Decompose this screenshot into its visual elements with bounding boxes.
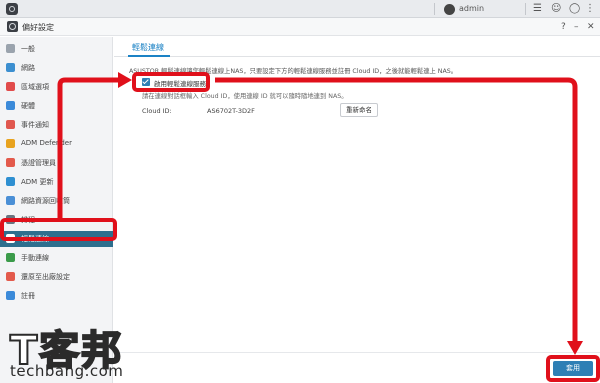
restore-icon <box>6 272 15 281</box>
preferences-app-icon <box>7 21 18 32</box>
enable-easy-connect-checkbox[interactable] <box>142 78 150 86</box>
link-icon <box>6 253 15 262</box>
window-title: 偏好設定 <box>22 23 54 32</box>
divider <box>434 3 435 15</box>
user-icon[interactable] <box>444 4 455 15</box>
cloud-id-value: AS6702T-3D2F <box>207 107 255 115</box>
sidebar-item[interactable]: 區域選項 <box>0 79 113 95</box>
system-topbar: admin ☰ ☺ ◯ ⋮ <box>0 0 600 18</box>
sidebar-item[interactable]: 一般 <box>0 41 113 57</box>
sidebar-item-label: 網路 <box>21 64 35 72</box>
watermark-sub: techbang.com <box>10 362 124 380</box>
close-icon[interactable]: ✕ <box>587 21 595 33</box>
help-icon[interactable]: ? <box>561 21 566 33</box>
register-icon <box>6 291 15 300</box>
sidebar-item-label: 網路資源回收筒 <box>21 197 70 205</box>
certificate-icon <box>6 158 15 167</box>
sidebar-item[interactable]: ADM Defender <box>0 136 113 152</box>
adm-logo-icon[interactable] <box>6 3 18 15</box>
sidebar-item[interactable]: 輕鬆連線 <box>0 231 113 247</box>
minimize-icon[interactable]: – <box>574 21 579 33</box>
sidebar-item[interactable]: 事件通知 <box>0 117 113 133</box>
sidebar-item-label: ADM Defender <box>21 139 72 147</box>
sidebar-item-label: 註冊 <box>21 292 35 300</box>
preferences-screen: admin ☰ ☺ ◯ ⋮ 偏好設定 ? – ✕ 一般網路區域選項硬體事件通知 A… <box>0 0 600 383</box>
sidebar-item[interactable]: 手動連線 <box>0 250 113 266</box>
sidebar-item[interactable]: ADM 更新 <box>0 174 113 190</box>
cloud-id-label: Cloud ID: <box>142 107 172 115</box>
recycle-icon <box>6 196 15 205</box>
sidebar-item-label: ADM 更新 <box>21 178 54 186</box>
techbang-watermark: T客邦 techbang.com <box>2 318 172 382</box>
user-name[interactable]: admin <box>459 4 484 13</box>
region-icon <box>6 82 15 91</box>
sidebar-item-label: 手動連線 <box>21 254 49 262</box>
tab-bar: 輕鬆連線 <box>114 37 600 57</box>
footer-divider <box>114 352 600 353</box>
description-text: ASUSTOR 輕鬆連線讓您輕鬆連線上NAS，只要設定下方的輕鬆連線服務並註冊 … <box>129 68 458 75</box>
sidebar-item-label: 憑證管理員 <box>21 159 56 167</box>
chat-icon[interactable]: ☰ <box>533 3 542 15</box>
shield-icon <box>6 139 15 148</box>
sidebar-item[interactable]: 網路資源回收筒 <box>0 193 113 209</box>
divider <box>525 3 526 15</box>
sidebar-item-label: 還原至出廠設定 <box>21 273 70 281</box>
hint-text: 請在連線對話框輸入 Cloud ID，使用連線 ID 就可以隨時隨地連到 NAS… <box>142 93 348 100</box>
sidebar-item-label: 硬體 <box>21 102 35 110</box>
tab-easy-connect[interactable]: 輕鬆連線 <box>132 42 164 53</box>
more-icon[interactable]: ⋮ <box>585 3 595 15</box>
globe-icon <box>6 63 15 72</box>
active-tab-indicator <box>128 55 170 57</box>
apply-button[interactable]: 套用 <box>553 361 593 376</box>
window-titlebar: 偏好設定 ? – ✕ <box>0 18 600 36</box>
chip-icon <box>6 101 15 110</box>
rename-button[interactable]: 重新命名 <box>340 103 378 117</box>
sidebar-item[interactable]: 註冊 <box>0 288 113 304</box>
notification-icon[interactable]: ◯ <box>569 3 580 15</box>
cloud-icon <box>6 234 15 243</box>
sidebar-item-label: 一般 <box>21 45 35 53</box>
sidebar-item[interactable]: 排程 <box>0 212 113 228</box>
sidebar-item[interactable]: 還原至出廠設定 <box>0 269 113 285</box>
sidebar-item[interactable]: 網路 <box>0 60 113 76</box>
enable-easy-connect-label[interactable]: 啟用輕鬆連線服務 <box>154 78 206 88</box>
home-icon <box>6 44 15 53</box>
sidebar-item[interactable]: 硬體 <box>0 98 113 114</box>
calendar-icon <box>6 215 15 224</box>
smile-icon[interactable]: ☺ <box>551 3 561 15</box>
update-icon <box>6 177 15 186</box>
sidebar-item-label: 區域選項 <box>21 83 49 91</box>
sidebar-item-label: 事件通知 <box>21 121 49 129</box>
sidebar-item-label: 輕鬆連線 <box>21 235 49 243</box>
sidebar-item-label: 排程 <box>21 216 35 224</box>
bell-icon <box>6 120 15 129</box>
sidebar-item[interactable]: 憑證管理員 <box>0 155 113 171</box>
